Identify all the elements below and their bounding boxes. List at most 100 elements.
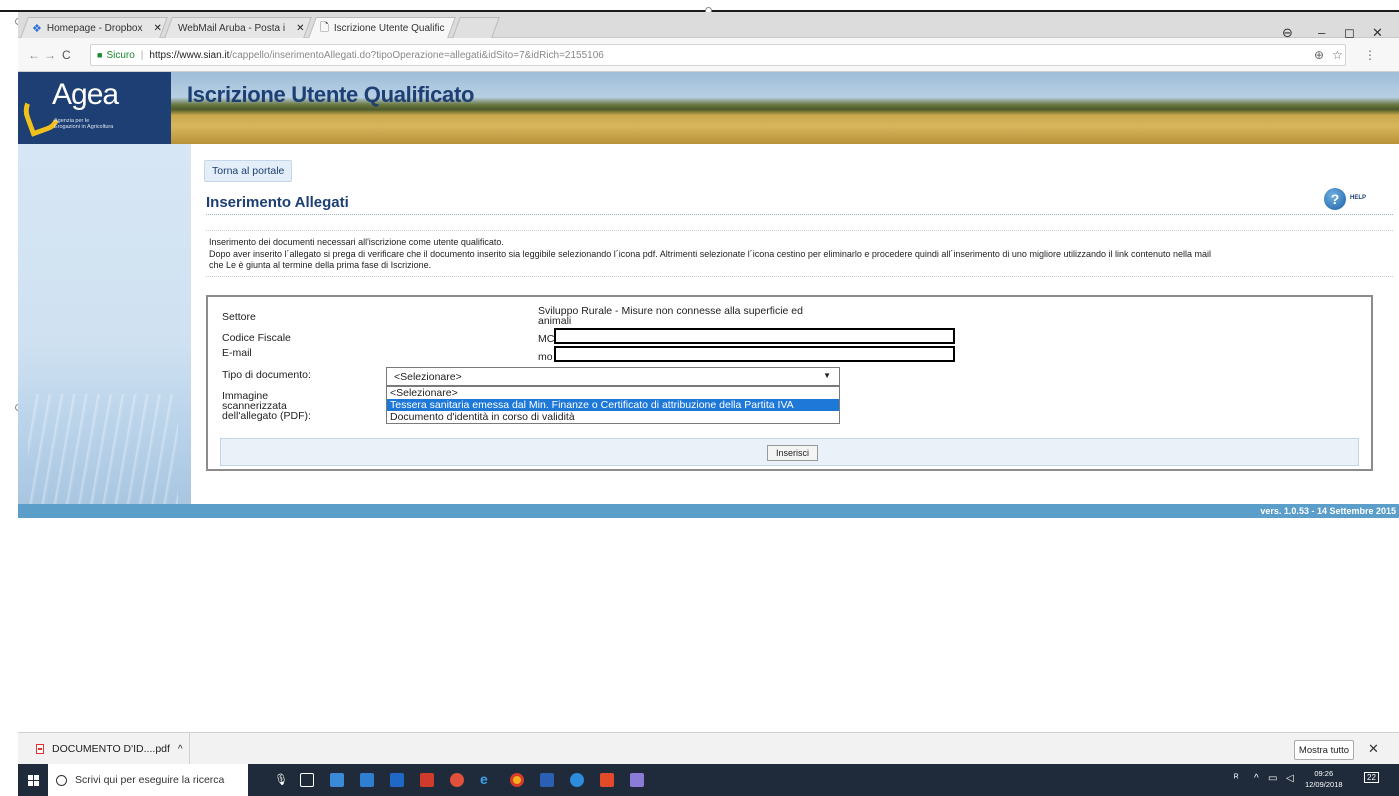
page-footer: vers. 1.0.53 - 14 Settembre 2015 <box>18 504 1399 518</box>
acrobat-icon[interactable] <box>420 773 434 787</box>
tab-iscrizione-title: Iscrizione Utente Qualific <box>333 22 445 34</box>
browser-tab-bar: ❖ Homepage - Dropbox ✕ WebMail Aruba - P… <box>18 12 1399 40</box>
agea-logo[interactable]: Agea Agenzia per le Erogazioni in Agrico… <box>18 72 171 144</box>
volume-icon[interactable]: ◁ <box>1286 773 1294 784</box>
tipo-documento-options: <Selezionare> Tessera sanitaria emessa d… <box>386 386 840 424</box>
download-filename: DOCUMENTO D'ID....pdf <box>52 743 170 755</box>
taskbar-search[interactable]: Scrivi qui per eseguire la ricerca <box>48 764 248 796</box>
page-title: Inserimento Allegati <box>206 194 349 211</box>
email-label: E-mail <box>222 347 252 359</box>
page-icon: 🗋 <box>320 21 329 34</box>
dropdown-arrow-icon: ▼ <box>823 371 831 380</box>
wheat-decoration <box>28 394 178 504</box>
new-tab-button[interactable] <box>452 17 500 38</box>
banner-title: Iscrizione Utente Qualificato <box>187 82 475 107</box>
settore-value: Sviluppo Rurale - Misure non connesse al… <box>538 305 803 327</box>
back-icon[interactable]: ← <box>28 48 40 62</box>
dropbox-icon: ❖ <box>32 22 42 35</box>
outlook-icon[interactable] <box>390 773 404 787</box>
version-label: vers. 1.0.53 - 14 Settembre 2015 <box>1260 506 1396 516</box>
internet-explorer-icon[interactable]: e <box>480 771 494 787</box>
browser-address-bar: ← → C ■ Sicuro | https://www.sian.it /ca… <box>18 38 1399 72</box>
close-icon[interactable]: ✕ <box>153 23 161 34</box>
instructions-line: Inserimento dei documenti necessari all'… <box>209 237 504 247</box>
task-view-icon[interactable] <box>300 773 314 787</box>
file-explorer-icon[interactable] <box>330 773 344 787</box>
help-label[interactable]: HELP <box>1350 195 1366 201</box>
codice-fiscale-label: Codice Fiscale <box>222 332 291 344</box>
tab-webmail-content[interactable]: WebMail Aruba - Posta i ✕ <box>178 20 304 36</box>
url-separator: | <box>140 49 144 61</box>
instructions-text: Inserimento dei documenti necessari all'… <box>206 230 1393 277</box>
chevron-up-icon[interactable]: ^ <box>178 744 183 755</box>
network-icon[interactable]: ▭ <box>1268 773 1277 784</box>
back-to-portal-button[interactable]: Torna al portale <box>204 160 293 182</box>
dropdown-option[interactable]: Documento d'identità in corso di validit… <box>387 411 839 423</box>
chrome-icon[interactable] <box>510 773 524 787</box>
cortana-icon <box>56 774 67 786</box>
site-banner: Agea Agenzia per le Erogazioni in Agrico… <box>18 72 1399 144</box>
system-clock[interactable]: 09:26 12/09/2018 <box>1305 768 1343 790</box>
reload-icon[interactable]: C <box>62 48 71 62</box>
redaction-box <box>554 346 955 362</box>
menu-kebab-icon[interactable]: ⋮ <box>1364 48 1376 62</box>
left-sidebar <box>18 144 191 504</box>
tab-iscrizione-content[interactable]: 🗋 Iscrizione Utente Qualific ✕ <box>320 20 464 36</box>
immagine-label: Immagine scannerizzata dell'allegato (PD… <box>222 390 311 422</box>
search-placeholder: Scrivi qui per eseguire la ricerca <box>75 774 225 786</box>
chrome-alt-icon[interactable] <box>450 773 464 787</box>
skype-icon[interactable] <box>570 773 584 787</box>
forward-icon[interactable]: → <box>44 48 56 62</box>
clock-time: 09:26 <box>1314 769 1334 778</box>
pdf-icon <box>36 744 44 754</box>
notification-count: 22 <box>1367 773 1376 782</box>
dropdown-option[interactable]: <Selezionare> <box>387 387 839 399</box>
logo-text: Agea <box>52 78 119 111</box>
show-all-button[interactable]: Mostra tutto <box>1294 740 1354 760</box>
inserisci-button[interactable]: Inserisci <box>767 445 818 461</box>
tab-dropbox-title: Homepage - Dropbox <box>46 22 143 34</box>
wheat-field-image: Iscrizione Utente Qualificato <box>171 72 1399 144</box>
tab-dropbox-content[interactable]: ❖ Homepage - Dropbox ✕ <box>32 20 162 36</box>
url-path: /cappello/inserimentoAllegati.do?tipoOpe… <box>229 49 604 61</box>
url-host: https://www.sian.it <box>149 49 230 61</box>
email-value: mo <box>538 351 553 363</box>
app-icon[interactable] <box>630 773 644 787</box>
download-item[interactable]: DOCUMENTO D'ID....pdf ^ <box>18 733 190 765</box>
attachment-form: Settore Sviluppo Rurale - Misure non con… <box>206 295 1373 471</box>
chevron-up-icon[interactable]: ^ <box>1254 773 1259 784</box>
people-icon[interactable]: ᴿ <box>1234 773 1239 784</box>
secure-label: Sicuro <box>106 49 135 61</box>
dropdown-option-highlighted[interactable]: Tessera sanitaria emessa dal Min. Finanz… <box>387 399 839 411</box>
notification-center-icon[interactable]: 22 <box>1364 772 1379 783</box>
title-divider <box>206 214 1393 215</box>
zoom-icon[interactable]: ⊕ <box>1314 48 1324 62</box>
lock-icon: ■ <box>97 50 103 60</box>
select-value: <Selezionare> <box>394 370 462 383</box>
close-icon[interactable]: ✕ <box>1368 741 1379 757</box>
redaction-box <box>554 328 955 344</box>
instructions-line: Dopo aver inserito l´allegato si prega d… <box>209 248 1212 259</box>
bookmark-star-icon[interactable]: ☆ <box>1332 48 1343 62</box>
tipo-documento-select[interactable]: <Selezionare> ▼ <box>386 367 840 386</box>
main-content: Torna al portale Inserimento Allegati ? … <box>191 144 1399 504</box>
instructions-line: che Le è giunta al termine della prima f… <box>209 260 432 270</box>
submit-row: Inserisci <box>220 438 1359 466</box>
microphone-icon[interactable]: 🎙 <box>274 773 288 787</box>
word-icon[interactable] <box>540 773 554 787</box>
windows-icon <box>27 774 39 786</box>
help-icon[interactable]: ? <box>1324 188 1346 210</box>
tipo-documento-label: Tipo di documento: <box>222 369 311 381</box>
tab-webmail-title: WebMail Aruba - Posta i <box>178 22 286 34</box>
clock-date: 12/09/2018 <box>1305 780 1343 789</box>
codice-fiscale-value: MC <box>538 333 555 345</box>
settore-label: Settore <box>222 311 256 323</box>
mail-icon[interactable] <box>360 773 374 787</box>
start-button[interactable] <box>18 764 48 796</box>
download-shelf: DOCUMENTO D'ID....pdf ^ Mostra tutto ✕ <box>18 732 1399 765</box>
url-input[interactable]: ■ Sicuro | https://www.sian.it /cappello… <box>90 44 1346 66</box>
logo-subtitle: Agenzia per le Erogazioni in Agricoltura <box>54 118 114 130</box>
office-icon[interactable] <box>600 773 614 787</box>
close-icon[interactable]: ✕ <box>296 23 304 34</box>
windows-taskbar: Scrivi qui per eseguire la ricerca 🎙 e ᴿ… <box>18 764 1399 796</box>
